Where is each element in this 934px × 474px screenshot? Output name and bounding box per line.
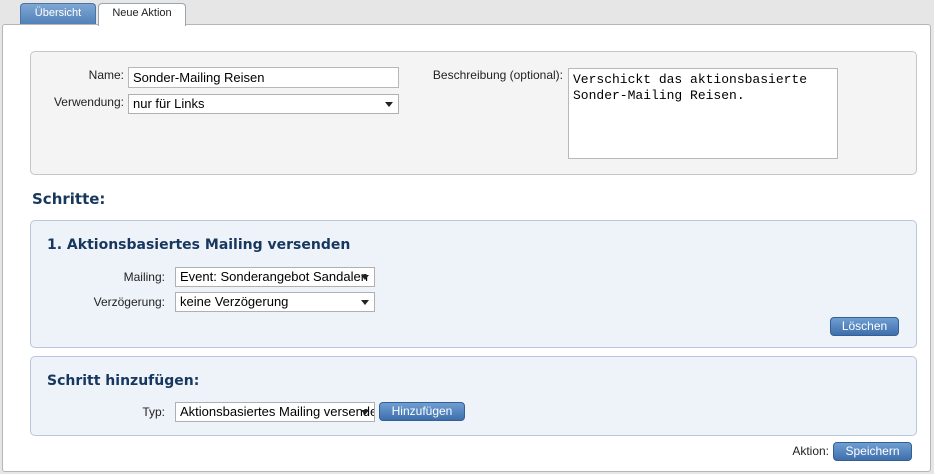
add-step-button[interactable]: Hinzufügen [379, 402, 465, 421]
type-select[interactable]: Aktionsbasiertes Mailing versenden [175, 402, 375, 422]
save-button[interactable]: Speichern [833, 442, 912, 461]
chevron-down-icon [361, 410, 369, 415]
steps-heading: Schritte: [32, 190, 106, 208]
usage-select-value: nur für Links [133, 96, 205, 111]
mailing-select[interactable]: Event: Sonderangebot Sandalen [175, 267, 375, 287]
main-content: Name: Sonder-Mailing Reisen Verwendung: … [2, 24, 931, 472]
type-select-value: Aktionsbasiertes Mailing versenden [180, 404, 375, 419]
name-field[interactable]: Sonder-Mailing Reisen [128, 67, 399, 88]
tab-new-action[interactable]: Neue Aktion [98, 3, 186, 26]
add-step-panel: Schritt hinzufügen: Typ: Aktionsbasierte… [30, 356, 917, 436]
add-step-heading: Schritt hinzufügen: [47, 373, 200, 389]
delete-button[interactable]: Löschen [830, 317, 899, 336]
step-panel: 1. Aktionsbasiertes Mailing versenden Ma… [30, 220, 917, 348]
delay-select-value: keine Verzögerung [180, 294, 289, 309]
mailing-label: Mailing: [123, 270, 165, 284]
chevron-down-icon [361, 275, 369, 280]
description-label: Beschreibung (optional): [432, 68, 563, 82]
usage-select[interactable]: nur für Links [128, 94, 399, 114]
chevron-down-icon [385, 102, 393, 107]
usage-label: Verwendung: [53, 95, 124, 109]
delay-label: Verzögerung: [93, 295, 165, 309]
name-label: Name: [88, 68, 124, 82]
general-settings-panel: Name: Sonder-Mailing Reisen Verwendung: … [30, 51, 917, 175]
chevron-down-icon [361, 300, 369, 305]
mailing-select-value: Event: Sonderangebot Sandalen [180, 269, 368, 284]
action-label: Aktion: [792, 444, 829, 458]
delay-select[interactable]: keine Verzögerung [175, 292, 375, 312]
tab-bar: Übersicht Neue Aktion [0, 0, 934, 26]
step-title: 1. Aktionsbasiertes Mailing versenden [47, 237, 351, 253]
tab-overview[interactable]: Übersicht [20, 3, 96, 25]
description-textarea[interactable]: Verschickt das aktionsbasierte Sonder-Ma… [568, 68, 838, 159]
type-label: Typ: [142, 405, 165, 419]
